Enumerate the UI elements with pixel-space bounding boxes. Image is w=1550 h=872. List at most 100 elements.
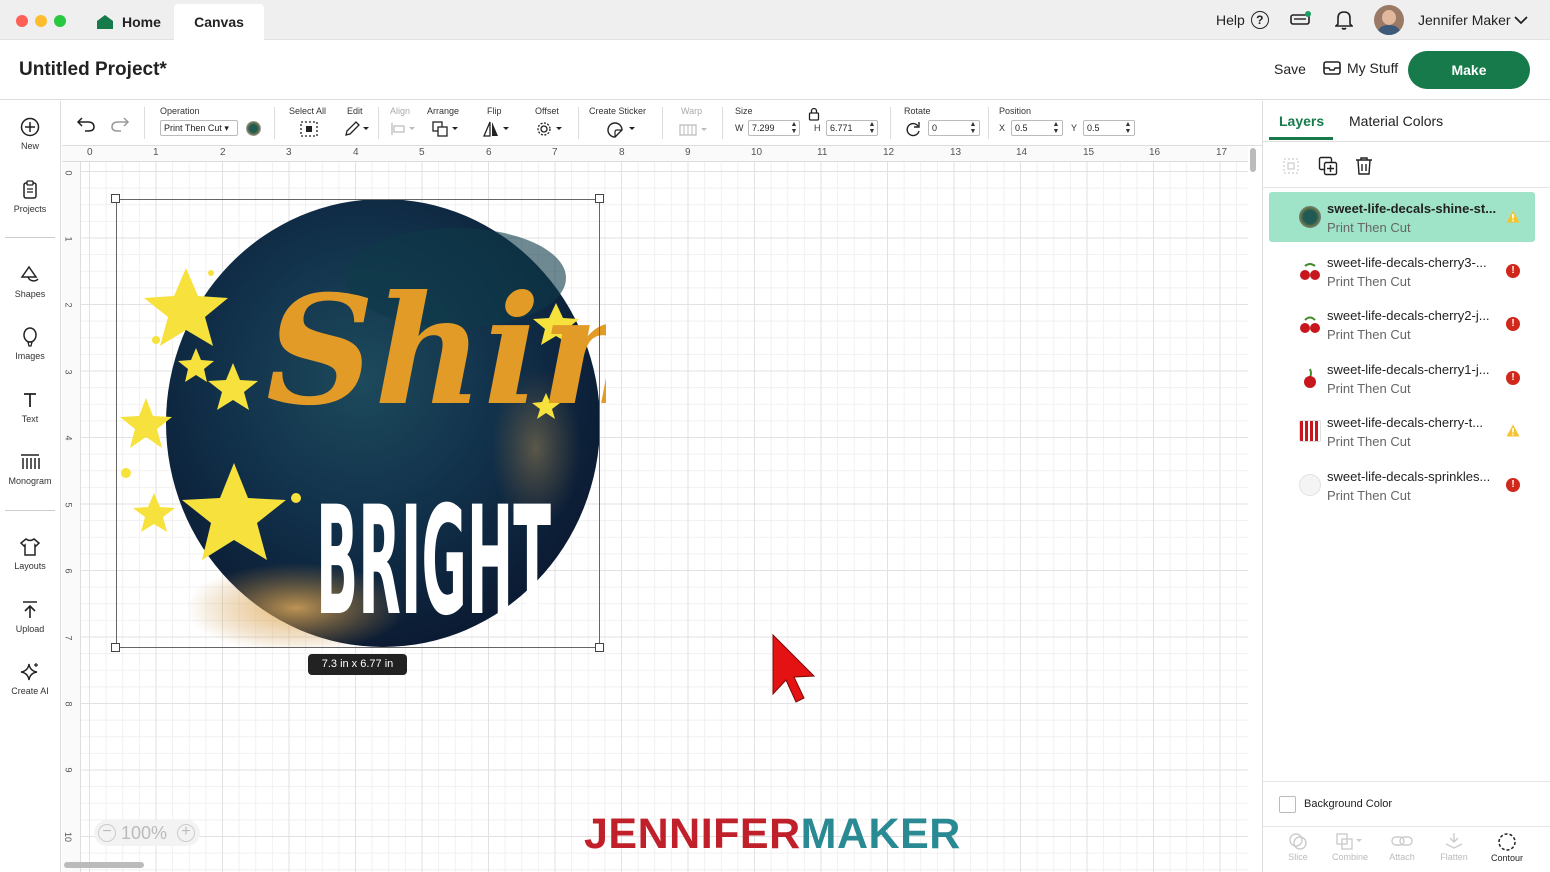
- redo-icon[interactable]: [110, 115, 130, 133]
- rail-projects[interactable]: Projects: [0, 180, 60, 235]
- error-icon[interactable]: !: [1506, 264, 1520, 278]
- bell-icon[interactable]: [1335, 10, 1353, 30]
- warp-label: Warp: [681, 106, 703, 116]
- rail-monogram-label: Monogram: [8, 476, 52, 486]
- resize-handle[interactable]: [595, 194, 604, 203]
- align-icon[interactable]: [390, 122, 416, 136]
- layer-row[interactable]: sweet-life-decals-sprinkles... Print The…: [1269, 460, 1535, 510]
- zoom-out-button[interactable]: −: [98, 824, 116, 842]
- ruler-tick: 13: [950, 147, 962, 158]
- trash-icon[interactable]: [1355, 156, 1373, 176]
- attach-button[interactable]: Attach: [1376, 832, 1428, 862]
- arrange-icon[interactable]: [432, 121, 460, 137]
- toolbar-divider: [890, 107, 891, 139]
- x-value: 0.5: [1015, 123, 1028, 133]
- rotate-icon[interactable]: [904, 121, 922, 137]
- mouse-cursor-icon: [772, 633, 816, 703]
- pencil-icon[interactable]: [344, 121, 370, 137]
- edit-label: Edit: [347, 106, 363, 116]
- layer-row[interactable]: sweet-life-decals-cherry3-... Print Then…: [1269, 246, 1535, 296]
- duplicate-icon[interactable]: [1318, 156, 1338, 176]
- ruler-tick: 9: [63, 767, 74, 773]
- warning-icon[interactable]: [1506, 210, 1520, 223]
- group-icon[interactable]: [1282, 157, 1300, 175]
- contour-button[interactable]: Contour: [1481, 832, 1533, 863]
- avatar[interactable]: [1374, 5, 1404, 35]
- toolbar-divider: [274, 107, 275, 139]
- ruler-tick: 12: [883, 147, 895, 158]
- flip-icon[interactable]: [483, 121, 511, 137]
- resize-handle[interactable]: [111, 194, 120, 203]
- combine-button[interactable]: Combine: [1324, 832, 1376, 862]
- undo-icon[interactable]: [76, 115, 96, 133]
- layer-name: sweet-life-decals-sprinkles...: [1327, 469, 1491, 484]
- window-titlebar: Home Canvas Help ? Jennifer Maker: [0, 0, 1550, 40]
- layer-row[interactable]: sweet-life-decals-cherry2-j... Print The…: [1269, 299, 1535, 349]
- rotate-stepper[interactable]: ▲ ▼: [968, 121, 978, 135]
- select-all-icon[interactable]: [300, 121, 318, 137]
- chevron-down-icon[interactable]: [1514, 15, 1528, 25]
- tab-layers[interactable]: Layers: [1279, 113, 1324, 129]
- x-stepper[interactable]: ▲ ▼: [1051, 121, 1061, 135]
- vertical-scrollbar[interactable]: [1250, 148, 1256, 172]
- save-button[interactable]: Save: [1274, 61, 1306, 77]
- width-stepper[interactable]: ▲ ▼: [789, 121, 799, 135]
- lock-icon[interactable]: [808, 107, 820, 121]
- rail-shapes[interactable]: Shapes: [0, 265, 60, 320]
- width-value: 7.299: [752, 123, 775, 133]
- make-button[interactable]: Make: [1408, 51, 1530, 89]
- height-stepper[interactable]: ▲ ▼: [867, 121, 877, 135]
- layer-row[interactable]: sweet-life-decals-shine-st... Print Then…: [1269, 192, 1535, 242]
- y-stepper[interactable]: ▲ ▼: [1123, 121, 1133, 135]
- align-label: Align: [390, 106, 411, 116]
- tab-canvas[interactable]: Canvas: [174, 4, 264, 40]
- flatten-button[interactable]: Flatten: [1428, 832, 1480, 862]
- sticker-icon[interactable]: [606, 121, 638, 139]
- ruler-tick: 16: [1149, 147, 1161, 158]
- left-rail: New Projects Shapes Images Text Monogram…: [0, 101, 61, 872]
- my-stuff-button[interactable]: My Stuff: [1323, 60, 1398, 76]
- minimize-window-button[interactable]: [35, 15, 47, 27]
- horizontal-ruler: 0 1 2 3 4 5 6 7 8 9 10 11 12 13 14 15 16…: [62, 146, 1248, 162]
- rail-monogram[interactable]: Monogram: [0, 452, 60, 507]
- tab-material-colors[interactable]: Material Colors: [1349, 113, 1443, 129]
- rail-layouts[interactable]: Layouts: [0, 537, 60, 592]
- tab-home[interactable]: Home: [88, 4, 170, 40]
- rail-upload[interactable]: Upload: [0, 600, 60, 655]
- brand-watermark: JENNIFERMAKER: [584, 810, 961, 859]
- maximize-window-button[interactable]: [54, 15, 66, 27]
- offset-icon[interactable]: [536, 121, 564, 137]
- machine-icon[interactable]: [1290, 10, 1312, 28]
- resize-handle[interactable]: [111, 643, 120, 652]
- horizontal-scrollbar[interactable]: [64, 862, 144, 868]
- zoom-level: 100%: [121, 823, 168, 843]
- warp-icon[interactable]: [679, 123, 709, 137]
- slice-button[interactable]: Slice: [1272, 832, 1324, 862]
- layer-row[interactable]: sweet-life-decals-cherry1-j... Print The…: [1269, 353, 1535, 403]
- ruler-tick: 0: [87, 147, 93, 158]
- user-name[interactable]: Jennifer Maker: [1418, 12, 1511, 28]
- close-window-button[interactable]: [16, 15, 28, 27]
- selection-box[interactable]: [116, 199, 600, 648]
- operation-select[interactable]: Print Then Cut ▾: [160, 120, 238, 136]
- rail-text[interactable]: Text: [0, 390, 60, 445]
- toolbar-divider: [722, 107, 723, 139]
- error-icon[interactable]: !: [1506, 317, 1520, 331]
- layer-operation: Print Then Cut: [1327, 381, 1411, 396]
- ruler-tick: 6: [486, 147, 492, 158]
- design-canvas[interactable]: Shine BRIGHT 7.3 in x 6.77 in − 100% + J…: [62, 146, 1248, 872]
- background-color-checkbox[interactable]: [1279, 796, 1296, 813]
- help-button[interactable]: Help ?: [1216, 11, 1269, 29]
- rail-new[interactable]: New: [0, 117, 60, 172]
- warning-icon[interactable]: [1506, 424, 1520, 437]
- resize-handle[interactable]: [595, 643, 604, 652]
- rail-create-ai[interactable]: Create AI: [0, 662, 60, 717]
- layer-row[interactable]: sweet-life-decals-cherry-t... Print Then…: [1269, 406, 1535, 456]
- error-icon[interactable]: !: [1506, 371, 1520, 385]
- project-title[interactable]: Untitled Project*: [19, 59, 167, 81]
- edit-toolbar: Operation Print Then Cut ▾ Select All Ed…: [62, 101, 1262, 146]
- error-icon[interactable]: !: [1506, 478, 1520, 492]
- zoom-in-button[interactable]: +: [177, 824, 195, 842]
- rail-images[interactable]: Images: [0, 327, 60, 382]
- material-color-swatch[interactable]: [246, 121, 261, 136]
